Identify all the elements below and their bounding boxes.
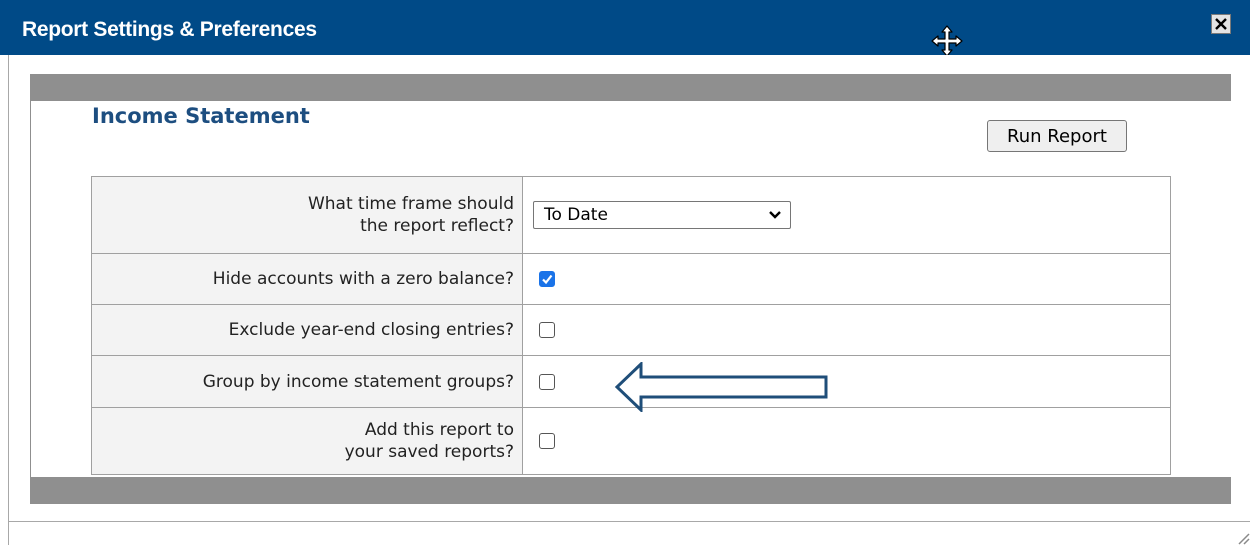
checkmark-icon (542, 274, 553, 285)
table-row: Exclude year-end closing entries? (91, 304, 1171, 356)
option-label-time-frame: What time frame should the report reflec… (91, 176, 523, 254)
label-line: What time frame should (307, 194, 514, 214)
exclude-closing-entries-checkbox[interactable] (539, 322, 555, 338)
option-control-cell (522, 407, 1171, 475)
hide-zero-balance-checkbox[interactable] (539, 271, 555, 287)
option-label-hide-zero: Hide accounts with a zero balance? (91, 253, 523, 305)
left-arrow-icon (614, 362, 828, 412)
label-line: Group by income statement groups? (202, 371, 514, 392)
time-frame-select[interactable]: To Date (533, 201, 791, 229)
option-control-cell (522, 304, 1171, 356)
dialog-footer-divider (8, 521, 1250, 522)
option-label-save-report: Add this report to your saved reports? (91, 407, 523, 475)
close-icon (1215, 18, 1227, 30)
label-line: Hide accounts with a zero balance? (212, 269, 514, 289)
close-button[interactable] (1211, 14, 1231, 34)
run-report-button[interactable]: Run Report (987, 120, 1127, 152)
option-label-group-by: Group by income statement groups? (91, 355, 523, 408)
label-line: Add this report to (364, 420, 514, 440)
save-report-checkbox[interactable] (539, 433, 555, 449)
table-row: Add this report to your saved reports? (91, 407, 1171, 475)
label-line: your saved reports? (344, 442, 514, 462)
table-row: Hide accounts with a zero balance? (91, 253, 1171, 305)
table-row: What time frame should the report reflec… (91, 176, 1171, 254)
group-by-income-groups-checkbox[interactable] (539, 373, 555, 390)
window-title: Report Settings & Preferences (22, 18, 317, 41)
label-line: Exclude year-end closing entries? (228, 320, 514, 340)
resize-grip-icon[interactable] (1232, 527, 1250, 545)
options-table: What time frame should the report reflec… (91, 176, 1171, 475)
panel-footer-band (30, 477, 1231, 504)
report-heading: Income Statement (92, 104, 310, 128)
chevron-down-icon (769, 211, 781, 219)
select-value: To Date (544, 205, 608, 225)
move-cursor-icon (931, 25, 963, 57)
option-label-exclude-closing: Exclude year-end closing entries? (91, 304, 523, 356)
option-control-cell: To Date (522, 176, 1171, 254)
panel-header-band (30, 74, 1231, 101)
option-control-cell (522, 253, 1171, 305)
title-bar[interactable]: Report Settings & Preferences (0, 0, 1250, 57)
label-line: the report reflect? (360, 216, 514, 236)
